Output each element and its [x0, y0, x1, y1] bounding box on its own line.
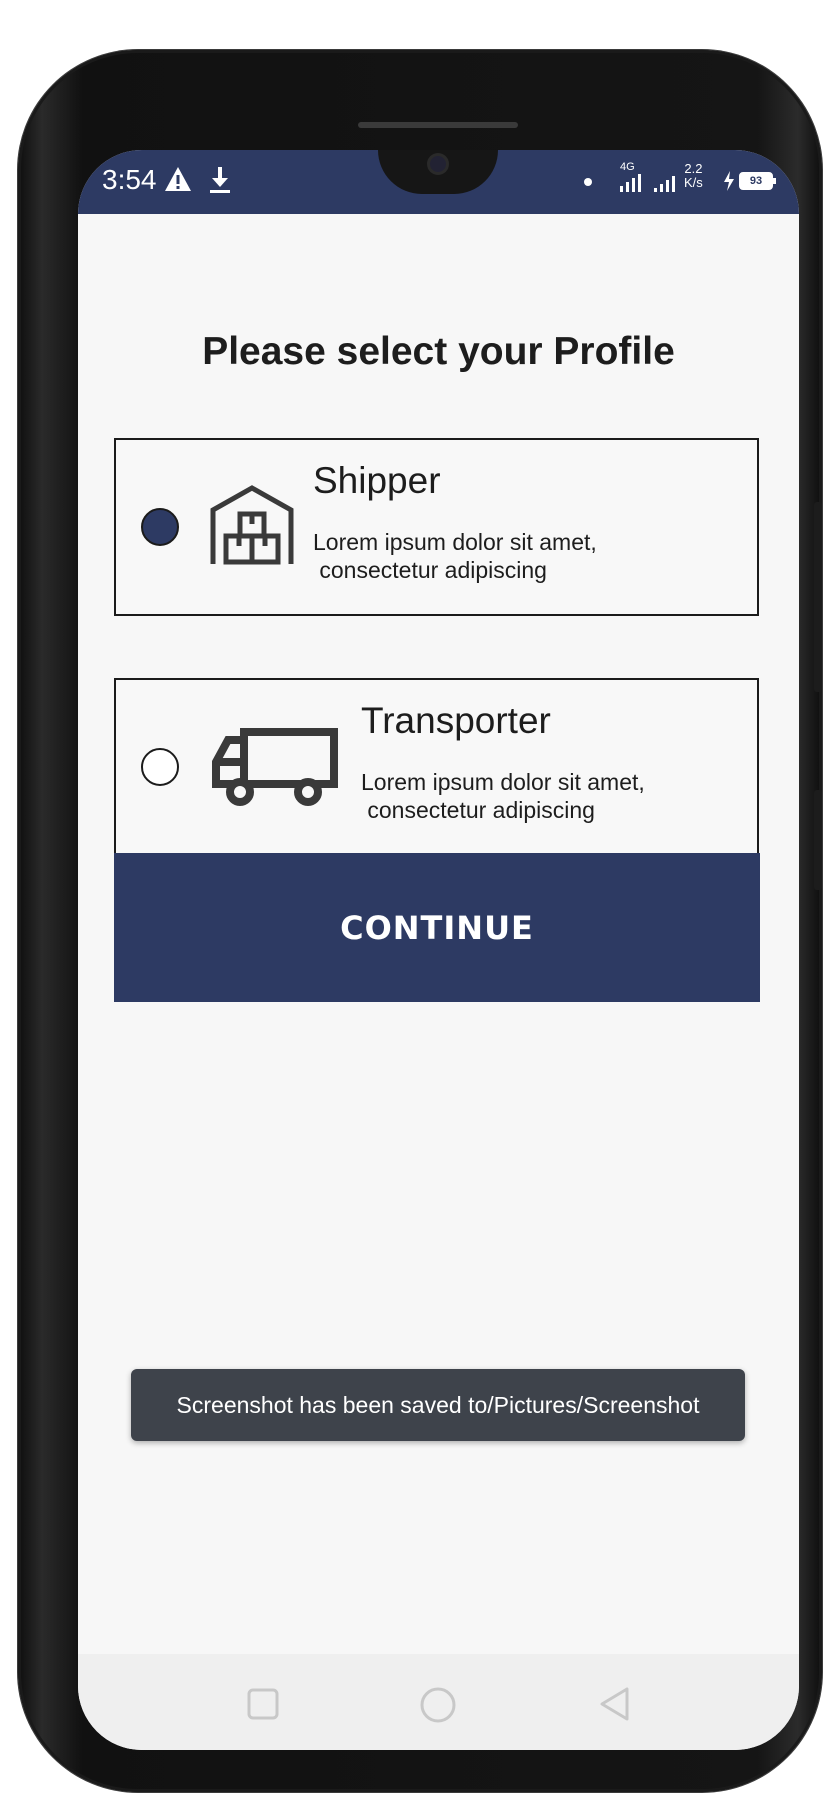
radio-transporter[interactable]: [141, 748, 179, 786]
net-speed: 2.2 K/s: [684, 162, 703, 190]
profile-description-shipper: Lorem ipsum dolor sit amet, consectetur …: [313, 529, 597, 583]
net-speed-value: 2.2: [684, 161, 703, 176]
screen: 3:54 4G 2.2 K/s 93 Please select your Pr…: [78, 150, 799, 1750]
profile-description-transporter: Lorem ipsum dolor sit amet, consectetur …: [361, 769, 645, 823]
volume-button: [814, 790, 822, 890]
profile-card-transporter[interactable]: Transporter Lorem ipsum dolor sit amet, …: [114, 678, 759, 856]
recents-icon[interactable]: [245, 1686, 281, 1722]
profile-title-transporter: Transporter: [361, 700, 551, 741]
power-button: [814, 502, 822, 692]
signal-icon: [618, 172, 686, 202]
status-time: 3:54: [102, 164, 157, 195]
radio-shipper[interactable]: [141, 508, 179, 546]
net-speed-unit: K/s: [684, 175, 703, 190]
battery-icon: 93: [739, 172, 776, 190]
toast-message: Screenshot has been saved to/Pictures/Sc…: [131, 1369, 745, 1441]
back-icon[interactable]: [597, 1686, 633, 1722]
phone-frame: 3:54 4G 2.2 K/s 93 Please select your Pr…: [18, 50, 822, 1792]
profile-title-shipper: Shipper: [313, 460, 441, 501]
download-icon: [208, 166, 232, 202]
warning-icon: [164, 166, 192, 200]
continue-button[interactable]: CONTINUE: [114, 853, 760, 1002]
truck-icon: [210, 726, 340, 811]
status-bar: 3:54 4G 2.2 K/s 93: [78, 150, 799, 214]
page-title: Please select your Profile: [202, 330, 675, 373]
notification-dot-icon: [583, 168, 593, 202]
front-camera: [430, 156, 446, 172]
navigation-bar: [78, 1654, 799, 1750]
warehouse-icon: [210, 484, 294, 571]
earpiece-speaker: [358, 122, 518, 128]
home-icon[interactable]: [419, 1686, 456, 1723]
charging-icon: [722, 170, 736, 200]
profile-card-shipper[interactable]: Shipper Lorem ipsum dolor sit amet, cons…: [114, 438, 759, 616]
